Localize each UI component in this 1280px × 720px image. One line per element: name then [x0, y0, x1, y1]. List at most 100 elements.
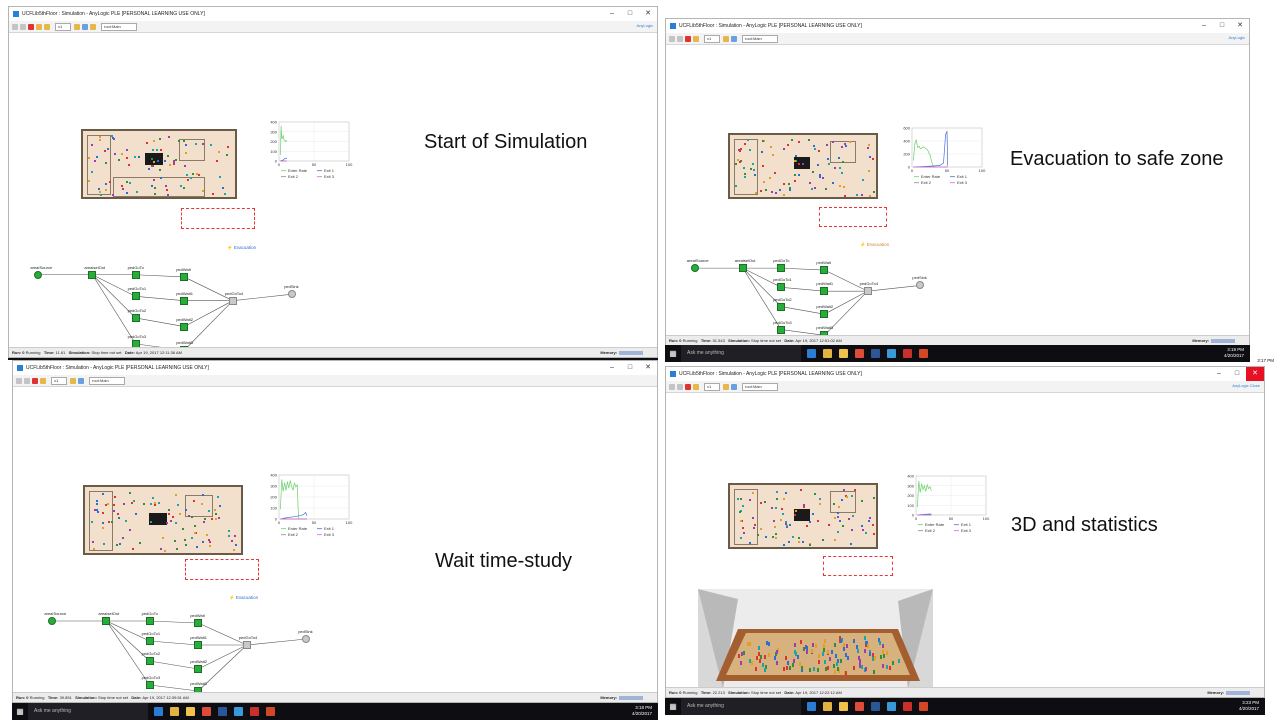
step-button[interactable]: [693, 383, 699, 390]
maximize-button[interactable]: □: [1228, 367, 1246, 381]
flow-node-pedgoto4[interactable]: [228, 296, 237, 305]
pause-button[interactable]: [677, 383, 683, 390]
flow-node-pedgoto1[interactable]: [145, 637, 154, 645]
system-clock[interactable]: 3:18 PM 4/20/2017: [632, 705, 652, 717]
store-icon[interactable]: [823, 349, 832, 358]
flow-node-pedwait[interactable]: [180, 272, 189, 281]
anylogic-task-icon[interactable]: [887, 702, 896, 711]
speed-field[interactable]: x1: [55, 22, 71, 31]
pdf-icon[interactable]: [903, 349, 912, 358]
maximize-button[interactable]: □: [1213, 19, 1231, 33]
explorer-icon[interactable]: [839, 349, 848, 358]
speed-field[interactable]: x1: [704, 382, 720, 391]
fast-button[interactable]: [723, 35, 729, 42]
flow-node-areaisource[interactable]: [690, 264, 699, 273]
flow-node-pedgoto[interactable]: [131, 270, 140, 279]
flow-node-pedwait[interactable]: [820, 266, 829, 275]
word-icon[interactable]: [871, 349, 880, 358]
flow-node-pedgoto2[interactable]: [131, 313, 140, 322]
home-button[interactable]: [90, 23, 96, 30]
windows-start-icon[interactable]: ▦: [12, 707, 28, 716]
flow-node-pedgoto3[interactable]: [145, 681, 154, 689]
powerpoint-icon[interactable]: [919, 349, 928, 358]
navigate-button[interactable]: [731, 35, 737, 42]
step-button[interactable]: [40, 377, 46, 384]
step-button[interactable]: [36, 23, 42, 30]
chrome-icon[interactable]: [202, 707, 211, 716]
anylogic-task-icon[interactable]: [887, 349, 896, 358]
speed-field[interactable]: x1: [704, 34, 720, 43]
pause-button[interactable]: [24, 377, 30, 384]
fast-button[interactable]: [70, 377, 76, 384]
store-icon[interactable]: [170, 707, 179, 716]
sim-canvas[interactable]: 0 100 200 300 400 0 50 100 Enter Rate Exit 1 Exit …: [9, 33, 657, 355]
windows-start-icon[interactable]: ▦: [665, 349, 681, 358]
maximize-button[interactable]: □: [621, 7, 639, 21]
close-button[interactable]: ✕: [1246, 367, 1264, 381]
minimize-button[interactable]: –: [1195, 19, 1213, 33]
chrome-icon[interactable]: [855, 702, 864, 711]
stop-button[interactable]: [685, 35, 691, 42]
edge-icon[interactable]: [807, 702, 816, 711]
flow-node-pedgoto4[interactable]: [863, 287, 872, 296]
powerpoint-icon[interactable]: [919, 702, 928, 711]
close-button[interactable]: ✕: [1231, 19, 1249, 33]
word-icon[interactable]: [871, 702, 880, 711]
stop-button[interactable]: [32, 377, 38, 384]
run-button[interactable]: [16, 377, 22, 384]
experiment-combo[interactable]: root:Main: [742, 382, 778, 391]
explorer-icon[interactable]: [839, 702, 848, 711]
flow-node-pedwait2[interactable]: [180, 322, 189, 331]
slow-button[interactable]: [44, 23, 50, 30]
anylogic-brand[interactable]: AnyLogic: [637, 23, 653, 28]
explorer-icon[interactable]: [186, 707, 195, 716]
pause-button[interactable]: [20, 23, 26, 30]
flow-node-pedgoto4[interactable]: [242, 641, 251, 649]
sim-canvas[interactable]: 0 100 200 300 400 0 50 100 Enter Rate Exit 1 Exit …: [666, 393, 1264, 689]
flow-node-areaiselout[interactable]: [88, 270, 97, 279]
experiment-combo[interactable]: root:Main: [89, 376, 125, 385]
run-button[interactable]: [669, 383, 675, 390]
run-button[interactable]: [669, 35, 675, 42]
flow-node-pedgoto2[interactable]: [777, 302, 786, 311]
anylogic-brand[interactable]: AnyLogic: [1229, 35, 1245, 40]
anylogic-task-icon[interactable]: [234, 707, 243, 716]
flow-node-pedgoto[interactable]: [777, 264, 786, 273]
close-button[interactable]: ✕: [639, 7, 657, 21]
sim-canvas[interactable]: 0 200 400 600 0 50 100 Enter Rate Exit 1 Exit 2 Ex…: [666, 45, 1249, 340]
anylogic-brand[interactable]: AnyLogic Close: [1232, 383, 1260, 388]
minimize-button[interactable]: –: [1210, 367, 1228, 381]
powerpoint-icon[interactable]: [266, 707, 275, 716]
flow-node-pedgoto[interactable]: [145, 617, 154, 625]
step-button[interactable]: [693, 35, 699, 42]
experiment-combo[interactable]: root:Main: [742, 34, 778, 43]
navigate-button[interactable]: [731, 383, 737, 390]
flow-node-pedwait2[interactable]: [820, 310, 829, 319]
run-button[interactable]: [12, 23, 18, 30]
flow-node-pedwait1[interactable]: [180, 296, 189, 305]
stop-button[interactable]: [685, 383, 691, 390]
store-icon[interactable]: [823, 702, 832, 711]
pause-button[interactable]: [677, 35, 683, 42]
flow-node-pedwait1[interactable]: [820, 287, 829, 296]
flow-node-pedgoto3[interactable]: [777, 325, 786, 334]
flow-node-areaiselout[interactable]: [102, 617, 111, 625]
navigate-button[interactable]: [78, 377, 84, 384]
flow-node-pedgoto1[interactable]: [131, 292, 140, 301]
sim-canvas[interactable]: 0 100 200 300 400 0 50 100 Enter Rate Exit 1 Exit …: [13, 387, 657, 695]
edge-icon[interactable]: [807, 349, 816, 358]
speed-field[interactable]: x1: [51, 376, 67, 385]
3d-view[interactable]: [698, 589, 933, 689]
cortana-search[interactable]: Ask me anything: [28, 703, 148, 720]
fast-button[interactable]: [74, 23, 80, 30]
edge-icon[interactable]: [154, 707, 163, 716]
pdf-icon[interactable]: [903, 702, 912, 711]
flow-node-pedgoto1[interactable]: [777, 283, 786, 292]
experiment-combo[interactable]: root:Main: [101, 22, 137, 31]
pdf-icon[interactable]: [250, 707, 259, 716]
system-clock[interactable]: 3:17 PM: [612, 358, 1274, 364]
chrome-icon[interactable]: [855, 349, 864, 358]
fast-button[interactable]: [723, 383, 729, 390]
flow-node-pedgoto2[interactable]: [145, 657, 154, 665]
minimize-button[interactable]: –: [603, 7, 621, 21]
